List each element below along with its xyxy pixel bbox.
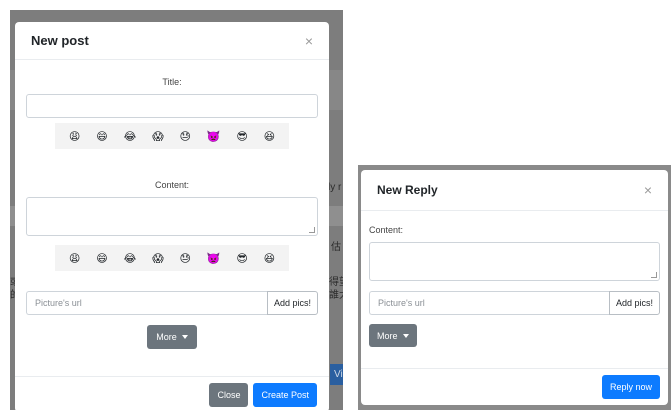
modal-footer: Close Create Post	[15, 376, 329, 410]
caret-down-icon	[181, 335, 188, 339]
create-post-button[interactable]: Create Post	[253, 382, 317, 407]
sunglasses-emoji-icon[interactable]: 😎	[236, 131, 247, 142]
scream-emoji-icon[interactable]: 😱	[152, 131, 163, 142]
more-dropdown-button[interactable]: More	[369, 324, 417, 347]
content-label: Content:	[369, 225, 404, 235]
imp-emoji-icon[interactable]: 👿	[207, 131, 221, 142]
joy-emoji-icon[interactable]: 😂	[124, 131, 137, 142]
modal-footer: Reply now	[361, 368, 668, 405]
sweat-emoji-icon[interactable]: 😓	[179, 253, 190, 264]
scream-emoji-icon[interactable]: 😱	[152, 253, 163, 264]
title-label: Title:	[162, 77, 182, 87]
more-dropdown-button[interactable]: More	[147, 325, 197, 349]
imp-emoji-icon[interactable]: 👿	[207, 253, 221, 264]
more-wrapper: More	[369, 324, 660, 347]
reply-now-button[interactable]: Reply now	[601, 375, 660, 399]
smile-emoji-icon[interactable]: 😄	[96, 131, 107, 142]
modal-body: Content: Picture's url Add pics! More	[361, 225, 668, 347]
modal-header: New post ×	[15, 22, 329, 60]
picture-url-input[interactable]: Picture's url	[369, 291, 609, 315]
modal-header: New Reply ×	[361, 170, 668, 211]
modal-body: Title: 😩 😄 😂 😱 😓 👿 😎 😆 Content: 😩 😄 😂 😱 …	[15, 77, 329, 349]
content-textarea[interactable]	[26, 197, 318, 236]
new-post-modal: New post × Title: 😩 😄 😂 😱 😓 👿 😎 😆 Conten…	[15, 22, 329, 410]
smile-emoji-icon[interactable]: 😄	[96, 253, 107, 264]
laughing-emoji-icon[interactable]: 😆	[264, 131, 275, 142]
sweat-emoji-icon[interactable]: 😓	[179, 131, 190, 142]
laughing-emoji-icon[interactable]: 😆	[264, 253, 275, 264]
content-textarea[interactable]	[369, 242, 660, 281]
close-icon[interactable]: ×	[644, 183, 652, 197]
tired-face-emoji-icon[interactable]: 😩	[69, 131, 80, 142]
close-icon[interactable]: ×	[305, 34, 313, 48]
more-label: More	[156, 332, 177, 342]
caret-down-icon	[402, 333, 409, 338]
title-emoji-bar: 😩 😄 😂 😱 😓 👿 😎 😆	[55, 123, 289, 149]
resize-grip-icon[interactable]	[651, 272, 657, 278]
tired-face-emoji-icon[interactable]: 😩	[69, 253, 80, 264]
new-reply-modal: New Reply × Content: Picture's url Add p…	[361, 170, 668, 405]
title-input[interactable]	[26, 94, 318, 118]
resize-grip-icon[interactable]	[309, 227, 315, 233]
background-view-button[interactable]: Vi	[330, 364, 343, 385]
background-text-fragment: 誰大	[329, 290, 343, 301]
modal-title: New Reply	[377, 183, 438, 197]
picture-url-group: Picture's url Add pics!	[26, 291, 318, 315]
more-label: More	[377, 330, 398, 341]
add-pics-button[interactable]: Add pics!	[608, 291, 660, 315]
new-post-screenshot: 【 或戶 的 ly r 估 得望 誰大 Vi New post × Title:…	[10, 10, 343, 410]
close-button[interactable]: Close	[209, 382, 249, 407]
content-label: Content:	[154, 180, 190, 190]
add-pics-button[interactable]: Add pics!	[266, 291, 318, 315]
background-text-fragment: 估	[331, 242, 341, 253]
content-emoji-bar: 😩 😄 😂 😱 😓 👿 😎 😆	[55, 245, 289, 271]
new-reply-screenshot: New Reply × Content: Picture's url Add p…	[358, 165, 671, 410]
joy-emoji-icon[interactable]: 😂	[124, 253, 137, 264]
picture-url-group: Picture's url Add pics!	[369, 291, 660, 315]
modal-title: New post	[31, 33, 89, 48]
picture-url-input[interactable]: Picture's url	[26, 291, 267, 315]
sunglasses-emoji-icon[interactable]: 😎	[236, 253, 247, 264]
more-wrapper: More	[26, 325, 318, 349]
background-text-fragment: ly r	[328, 182, 342, 193]
